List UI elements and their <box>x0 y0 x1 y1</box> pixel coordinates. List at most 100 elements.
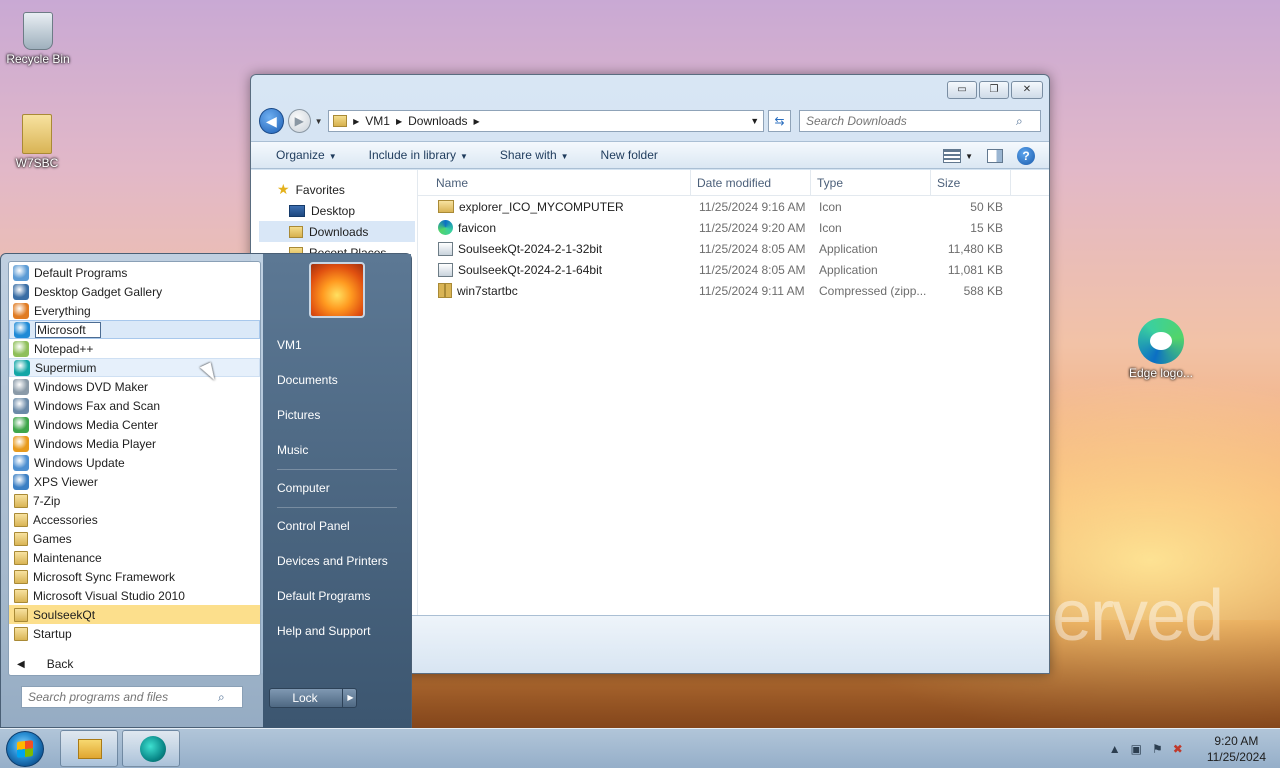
refresh-button[interactable]: ⇆ <box>768 110 791 132</box>
taskbar-supermium-button[interactable] <box>122 730 180 767</box>
program-item-microsoft[interactable]: Microsoft <box>9 320 260 339</box>
minimize-button[interactable]: ▭ <box>947 81 977 99</box>
chevron-down-icon[interactable]: ▼ <box>965 152 973 161</box>
preview-pane-icon[interactable] <box>987 149 1003 163</box>
place-control-panel[interactable]: Control Panel <box>277 519 350 533</box>
nav-item-desktop[interactable]: Desktop <box>259 200 415 221</box>
new-folder-button[interactable]: New folder <box>584 148 673 162</box>
program-item-startup[interactable]: Startup <box>9 624 260 643</box>
program-item-games[interactable]: Games <box>9 529 260 548</box>
program-item-7-zip[interactable]: 7-Zip <box>9 491 260 510</box>
volume-muted-icon[interactable]: ✖ <box>1173 742 1183 756</box>
column-header-type[interactable]: Type <box>811 169 931 196</box>
separator <box>277 469 397 470</box>
file-row[interactable]: win7startbc 11/25/2024 9:11 AM Compresse… <box>418 280 1049 301</box>
shutdown-options-arrow-icon[interactable]: ▶ <box>342 689 358 707</box>
address-dropdown-icon[interactable]: ▼ <box>750 116 759 126</box>
action-center-flag-icon[interactable]: ⚑ <box>1152 742 1163 756</box>
program-item-maintenance[interactable]: Maintenance <box>9 548 260 567</box>
share-with-button[interactable]: Share with ▼ <box>483 148 584 162</box>
file-row[interactable]: SoulseekQt-2024-2-1-64bit 11/25/2024 8:0… <box>418 259 1049 280</box>
recent-pages-dropdown[interactable]: ▼ <box>315 117 324 126</box>
user-picture[interactable] <box>309 262 365 318</box>
program-item-windows-dvd-maker[interactable]: Windows DVD Maker <box>9 377 260 396</box>
taskbar-explorer-button[interactable] <box>60 730 118 767</box>
maximize-button[interactable]: ❐ <box>979 81 1009 99</box>
program-item-xps-viewer[interactable]: XPS Viewer <box>9 472 260 491</box>
place-vm1[interactable]: VM1 <box>277 338 302 352</box>
search-icon[interactable]: ⌕ <box>218 690 225 705</box>
chevron-right-icon[interactable]: ▶ <box>396 117 402 126</box>
edge-icon <box>1138 318 1184 364</box>
place-help-and-support[interactable]: Help and Support <box>277 624 370 638</box>
back-button[interactable]: ◀ <box>259 108 284 134</box>
nav-favorites[interactable]: ★ Favorites <box>259 179 415 200</box>
breadcrumb-downloads[interactable]: Downloads <box>408 114 467 128</box>
program-label: Microsoft Visual Studio 2010 <box>33 588 185 603</box>
file-date: 11/25/2024 9:11 AM <box>699 283 805 298</box>
folder-icon <box>14 493 28 508</box>
chevron-down-icon: ▼ <box>328 152 337 161</box>
program-item-default-programs[interactable]: Default Programs <box>9 263 260 282</box>
help-icon[interactable]: ? <box>1017 147 1035 165</box>
network-icon[interactable]: ▣ <box>1131 742 1142 756</box>
program-item-windows-update[interactable]: Windows Update <box>9 453 260 472</box>
start-button[interactable] <box>6 731 44 767</box>
clock[interactable]: 9:20 AM 11/25/2024 <box>1207 733 1266 765</box>
file-row[interactable]: favicon 11/25/2024 9:20 AM Icon 15 KB <box>418 217 1049 238</box>
start-search-box[interactable]: ⌕ <box>21 686 243 708</box>
program-item-supermium[interactable]: Supermium <box>9 358 260 377</box>
desktop-icon-w7sbc[interactable]: W7SBC <box>0 114 77 170</box>
folder-icon <box>22 114 52 154</box>
program-item-soulseekqt[interactable]: SoulseekQt <box>9 605 260 624</box>
command-bar-right: ▼ ? <box>943 147 1035 165</box>
program-item-windows-fax-and-scan[interactable]: Windows Fax and Scan <box>9 396 260 415</box>
column-header-name[interactable]: Name <box>418 169 691 196</box>
place-music[interactable]: Music <box>277 443 308 457</box>
forward-button[interactable]: ▶ <box>287 109 311 133</box>
place-documents[interactable]: Documents <box>277 373 338 387</box>
program-item-desktop-gadget-gallery[interactable]: Desktop Gadget Gallery <box>9 282 260 301</box>
organize-button[interactable]: Organize ▼ <box>259 148 352 162</box>
chevron-right-icon[interactable]: ▶ <box>353 117 359 126</box>
rename-input[interactable]: Microsoft <box>35 321 101 338</box>
program-item-windows-media-player[interactable]: Windows Media Player <box>9 434 260 453</box>
file-row[interactable]: explorer_ICO_MYCOMPUTER 11/25/2024 9:16 … <box>418 196 1049 217</box>
program-item-notepad[interactable]: Notepad++ <box>9 339 260 358</box>
program-item-windows-media-center[interactable]: Windows Media Center <box>9 415 260 434</box>
place-computer[interactable]: Computer <box>277 481 330 495</box>
file-name: explorer_ICO_MYCOMPUTER <box>459 199 624 214</box>
place-pictures[interactable]: Pictures <box>277 408 320 422</box>
desktop-icon-recycle-bin[interactable]: Recycle Bin <box>0 8 78 66</box>
nav-favorites-label: Favorites <box>295 182 345 197</box>
show-hidden-icons-icon[interactable]: ▲ <box>1109 742 1121 756</box>
supermium-icon <box>140 736 166 762</box>
desktop-icon-edge-logo[interactable]: Edge logo... <box>1121 318 1201 380</box>
search-input[interactable] <box>806 114 1016 128</box>
lock-button[interactable]: Lock ▶ <box>269 688 357 708</box>
start-search-input[interactable] <box>28 690 218 704</box>
program-item-microsoft-visual-studio-2010[interactable]: Microsoft Visual Studio 2010 <box>9 586 260 605</box>
place-devices-and-printers[interactable]: Devices and Printers <box>277 554 388 568</box>
search-box[interactable]: ⌕ <box>799 110 1041 132</box>
file-date: 11/25/2024 9:20 AM <box>699 220 806 235</box>
window-controls: ▭ ❐ ✕ <box>947 81 1043 99</box>
column-header-size[interactable]: Size <box>931 169 1011 196</box>
chevron-right-icon[interactable]: ▶ <box>474 117 480 126</box>
address-bar[interactable]: ▶ VM1 ▶ Downloads ▶ ▼ <box>328 110 765 132</box>
program-item-accessories[interactable]: Accessories <box>9 510 260 529</box>
file-row[interactable]: SoulseekQt-2024-2-1-32bit 11/25/2024 8:0… <box>418 238 1049 259</box>
search-icon[interactable]: ⌕ <box>1016 114 1023 129</box>
nav-item-downloads[interactable]: Downloads <box>259 221 415 242</box>
desktop-icon <box>289 204 305 217</box>
close-button[interactable]: ✕ <box>1011 81 1043 99</box>
back-button[interactable]: ◀ Back <box>17 657 73 671</box>
program-item-microsoft-sync-framework[interactable]: Microsoft Sync Framework <box>9 567 260 586</box>
place-default-programs[interactable]: Default Programs <box>277 589 370 603</box>
program-label: Windows Media Center <box>34 417 159 432</box>
change-view-icon[interactable] <box>943 149 962 163</box>
breadcrumb-vm1[interactable]: VM1 <box>365 114 390 128</box>
include-in-library-button[interactable]: Include in library ▼ <box>352 148 483 162</box>
program-item-everything[interactable]: Everything <box>9 301 260 320</box>
column-header-date[interactable]: Date modified <box>691 169 811 196</box>
